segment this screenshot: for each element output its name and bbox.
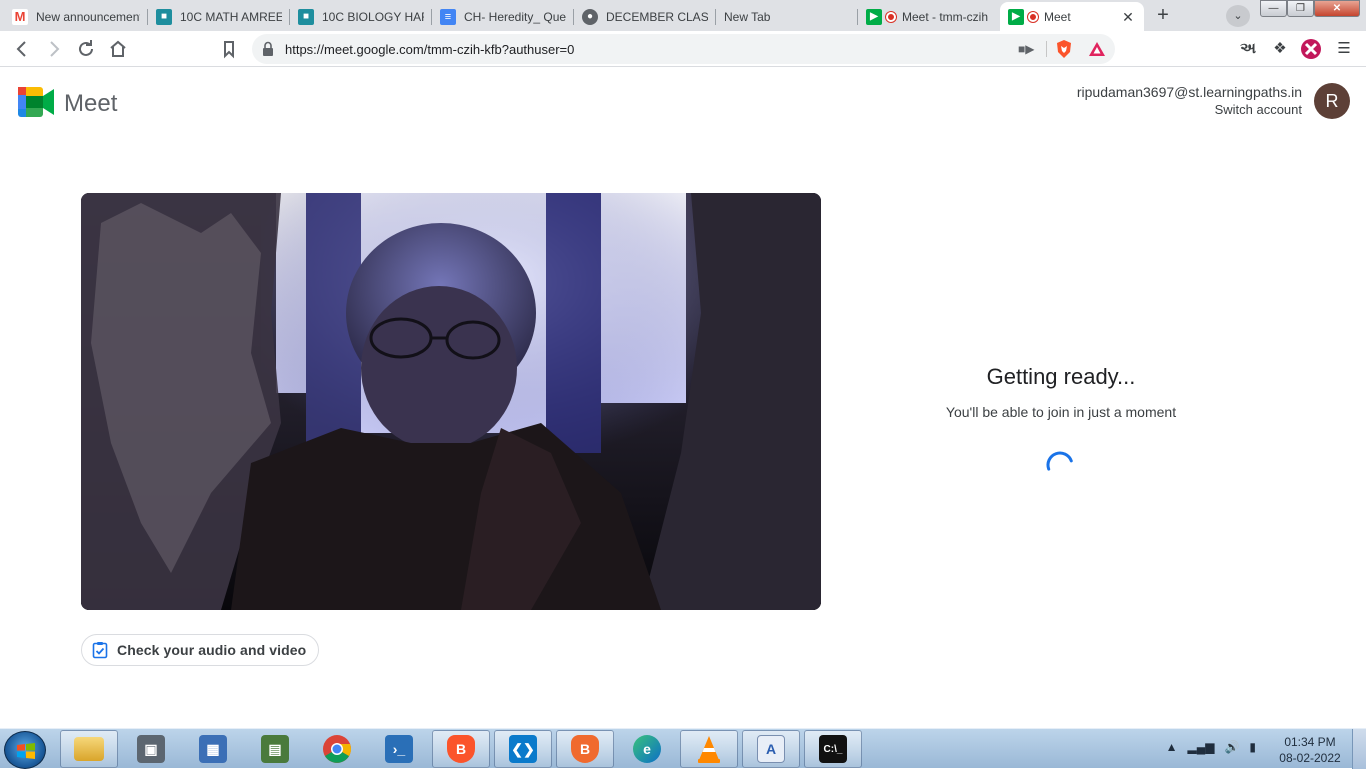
- forward-button[interactable]: [42, 37, 66, 61]
- taskbar-command-prompt[interactable]: C:\_: [804, 730, 862, 768]
- window-controls: — ❐ ✕: [1260, 0, 1360, 18]
- recording-icon: [886, 11, 896, 22]
- camera-in-use-icon[interactable]: ■▶: [1018, 42, 1034, 56]
- taskbar-chrome[interactable]: [308, 730, 366, 768]
- bookmark-icon: [224, 41, 234, 59]
- network-signal-icon[interactable]: ▂▄▆: [1187, 740, 1214, 754]
- tab-new-tab[interactable]: New Tab: [716, 2, 858, 31]
- taskbar-computer[interactable]: ▣: [122, 730, 180, 768]
- show-hidden-icons-icon[interactable]: ▲: [1166, 740, 1178, 754]
- extensions-puzzle-icon[interactable]: ❖: [1268, 37, 1292, 61]
- chrome-icon: [323, 735, 351, 763]
- taskbar-powershell[interactable]: ›_: [370, 730, 428, 768]
- switch-account-link[interactable]: Switch account: [1077, 102, 1302, 117]
- taskbar-task-manager[interactable]: ▤: [246, 730, 304, 768]
- computer-icon: ▣: [137, 735, 165, 763]
- brave-rewards-icon[interactable]: [1088, 40, 1106, 58]
- home-icon: [110, 40, 126, 57]
- system-tray: ▲ ▂▄▆ 🔊 ▮: [1166, 740, 1256, 754]
- monitor-icon: ▤: [261, 735, 289, 763]
- browser-toolbar: https://meet.google.com/tmm-czih-kfb?aut…: [0, 31, 1366, 67]
- account-info: ripudaman3697@st.learningpaths.in Switch…: [1077, 84, 1302, 117]
- tab-gmail[interactable]: M New announcement: [4, 2, 148, 31]
- getting-ready-panel: Getting ready... You'll be able to join …: [900, 364, 1222, 420]
- volume-icon[interactable]: 🔊: [1224, 740, 1239, 754]
- getting-ready-title: Getting ready...: [986, 364, 1136, 389]
- vlc-icon: [698, 736, 720, 763]
- vscode-icon: ❮❯: [509, 735, 537, 763]
- document-icon: A: [757, 735, 785, 763]
- minimize-button[interactable]: —: [1260, 0, 1287, 17]
- windows-logo-icon: [17, 743, 35, 759]
- taskbar-vlc[interactable]: [680, 730, 738, 768]
- self-video-preview: [81, 193, 821, 610]
- maximize-button[interactable]: ❐: [1287, 0, 1314, 17]
- tab-search-button[interactable]: ⌄: [1226, 5, 1250, 27]
- camera-feed-image: [81, 193, 821, 610]
- taskbar-brave-beta[interactable]: B: [556, 730, 614, 768]
- browser-tab-strip: M New announcement ■ 10C MATH AMREES ■ 1…: [0, 0, 1366, 31]
- profile-extension-icon[interactable]: [1299, 37, 1323, 61]
- brave-beta-icon: B: [571, 735, 599, 763]
- address-bar[interactable]: https://meet.google.com/tmm-czih-kfb?aut…: [252, 34, 1115, 64]
- tab-classroom-biology[interactable]: ■ 10C BIOLOGY HARP: [290, 2, 432, 31]
- browser-menu-button[interactable]: ☰: [1332, 37, 1356, 61]
- gmail-icon: M: [12, 8, 28, 25]
- close-icon[interactable]: ✕: [1120, 9, 1136, 25]
- translate-extension-icon[interactable]: અ: [1236, 37, 1260, 61]
- taskbar-vscode[interactable]: ❮❯: [494, 730, 552, 768]
- new-tab-button[interactable]: +: [1152, 5, 1174, 27]
- windows-taskbar: ▣ ▦ ▤ ›_ B ❮❯ B e A C:\_ ▲ ▂▄▆ 🔊 ▮ 01:34…: [0, 728, 1366, 769]
- powershell-icon: ›_: [385, 735, 413, 763]
- terminal-icon: C:\_: [819, 735, 847, 763]
- lock-icon: [263, 41, 273, 56]
- taskbar-network[interactable]: ▦: [184, 730, 242, 768]
- docs-icon: ≡: [440, 8, 456, 25]
- tab-classroom-math[interactable]: ■ 10C MATH AMREES: [148, 2, 290, 31]
- loading-spinner-icon: [1046, 451, 1073, 471]
- home-button[interactable]: [106, 37, 130, 61]
- edge-icon: e: [633, 735, 661, 763]
- brave-shields-icon[interactable]: [1055, 39, 1073, 59]
- reload-button[interactable]: [74, 37, 98, 61]
- tab-december-class[interactable]: ● DECEMBER CLASS T: [574, 2, 716, 31]
- meet-icon: ▶: [866, 8, 882, 25]
- forward-icon: [50, 41, 60, 57]
- getting-ready-subtitle: You'll be able to join in just a moment: [945, 404, 1177, 420]
- globe-icon: ●: [582, 8, 598, 25]
- tab-docs-heredity[interactable]: ≡ CH- Heredity_ Ques: [432, 2, 574, 31]
- show-desktop-button[interactable]: [1352, 729, 1366, 769]
- check-audio-video-button[interactable]: Check your audio and video: [81, 634, 319, 666]
- taskbar-brave[interactable]: B: [432, 730, 490, 768]
- tab-meet-recording[interactable]: ▶ Meet - tmm-czih: [858, 2, 1000, 31]
- window-close-button[interactable]: ✕: [1314, 0, 1360, 17]
- clipboard-check-icon: [92, 642, 108, 659]
- bookmark-button[interactable]: [217, 37, 241, 61]
- taskbar-file-explorer[interactable]: [60, 730, 118, 768]
- tab-meet-active[interactable]: ▶ Meet ✕: [1000, 2, 1144, 31]
- taskbar-edge[interactable]: e: [618, 730, 676, 768]
- recording-icon: [1028, 11, 1038, 22]
- start-button[interactable]: [4, 731, 46, 769]
- account-email: ripudaman3697@st.learningpaths.in: [1076, 84, 1302, 100]
- clock-date: 08-02-2022: [1279, 751, 1341, 765]
- meet-logo-icon: [18, 87, 54, 117]
- clock-time: 01:34 PM: [1284, 735, 1336, 749]
- battery-icon[interactable]: ▮: [1249, 740, 1256, 754]
- meet-icon: ▶: [1008, 8, 1024, 25]
- meet-brand: Meet: [64, 90, 118, 117]
- back-button[interactable]: [10, 37, 34, 61]
- network-icon: ▦: [199, 735, 227, 763]
- classroom-icon: ■: [156, 8, 172, 25]
- system-clock[interactable]: 01:34 PM 08-02-2022: [1270, 734, 1350, 766]
- folder-icon: [74, 737, 104, 761]
- reload-icon: [79, 40, 93, 56]
- taskbar-wordpad[interactable]: A: [742, 730, 800, 768]
- avatar[interactable]: R: [1314, 83, 1350, 119]
- url-text: https://meet.google.com/tmm-czih-kfb?aut…: [285, 42, 575, 57]
- classroom-icon: ■: [298, 8, 314, 25]
- back-icon: [16, 41, 26, 57]
- brave-icon: B: [447, 735, 475, 763]
